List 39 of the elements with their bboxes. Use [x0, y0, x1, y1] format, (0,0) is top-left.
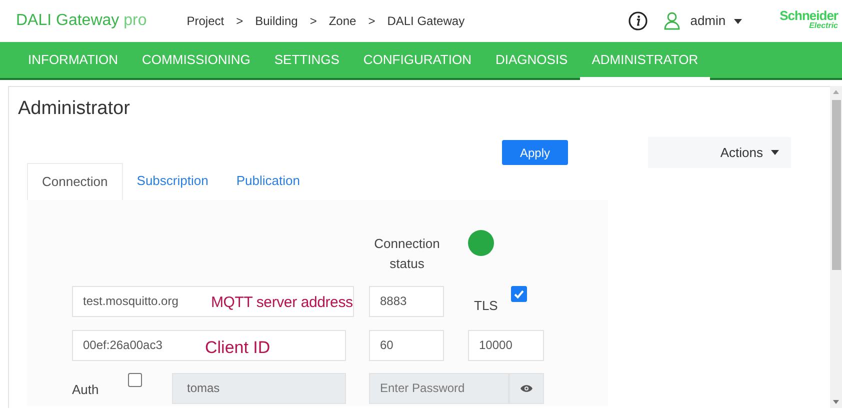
auth-label: Auth	[72, 380, 99, 398]
show-password-button[interactable]	[509, 372, 544, 404]
tab[interactable]: Connection	[27, 162, 123, 200]
server-address-field[interactable]: test.mosquitto.org MQTT server address	[72, 286, 354, 316]
connection-status-label: Connection status	[373, 234, 441, 272]
tab[interactable]: Publication	[222, 162, 314, 200]
tls-checkbox[interactable]	[511, 286, 527, 302]
breadcrumb-separator: >	[310, 13, 317, 30]
breadcrumb-item[interactable]: Project	[186, 12, 224, 30]
caret-icon	[734, 18, 742, 24]
breadcrumb-item[interactable]: DALI Gateway	[387, 12, 465, 30]
caret-icon	[771, 150, 779, 155]
tls-label: TLS	[474, 296, 498, 314]
keepalive-field[interactable]: 60	[369, 330, 444, 360]
info-icon[interactable]	[628, 11, 648, 31]
eye-icon	[520, 384, 533, 392]
app-logo: DALI Gateway pro	[16, 11, 147, 31]
client-id-field[interactable]: 00ef:26a00ac3 Client ID	[72, 330, 346, 360]
brand-logo: Schneider Electric	[780, 11, 838, 31]
timeout-field[interactable]: 10000	[468, 330, 544, 360]
user-menu[interactable]: admin	[690, 11, 742, 31]
scrollbar[interactable]	[830, 86, 842, 408]
actions-button[interactable]: Actions	[648, 137, 791, 168]
page-title: Administrator	[18, 97, 131, 121]
tab[interactable]: Subscription	[122, 162, 222, 200]
breadcrumb-item[interactable]: Building	[255, 12, 298, 30]
breadcrumb-separator: >	[236, 13, 244, 30]
user-icon[interactable]	[664, 12, 680, 30]
auth-checkbox[interactable]	[128, 372, 142, 386]
port-field[interactable]: 8883	[369, 286, 444, 316]
password-field[interactable]: Enter Password	[369, 372, 509, 404]
breadcrumb-separator: >	[368, 13, 376, 30]
username-field[interactable]: tomas	[172, 372, 346, 404]
scroll-up-icon[interactable]	[833, 90, 839, 94]
breadcrumb-item[interactable]: Zone	[328, 12, 356, 30]
scroll-down-icon[interactable]	[833, 400, 839, 404]
annotation-label: Client ID	[205, 336, 270, 358]
apply-button[interactable]: Apply	[502, 140, 568, 165]
annotation-label: MQTT server address	[211, 292, 353, 312]
